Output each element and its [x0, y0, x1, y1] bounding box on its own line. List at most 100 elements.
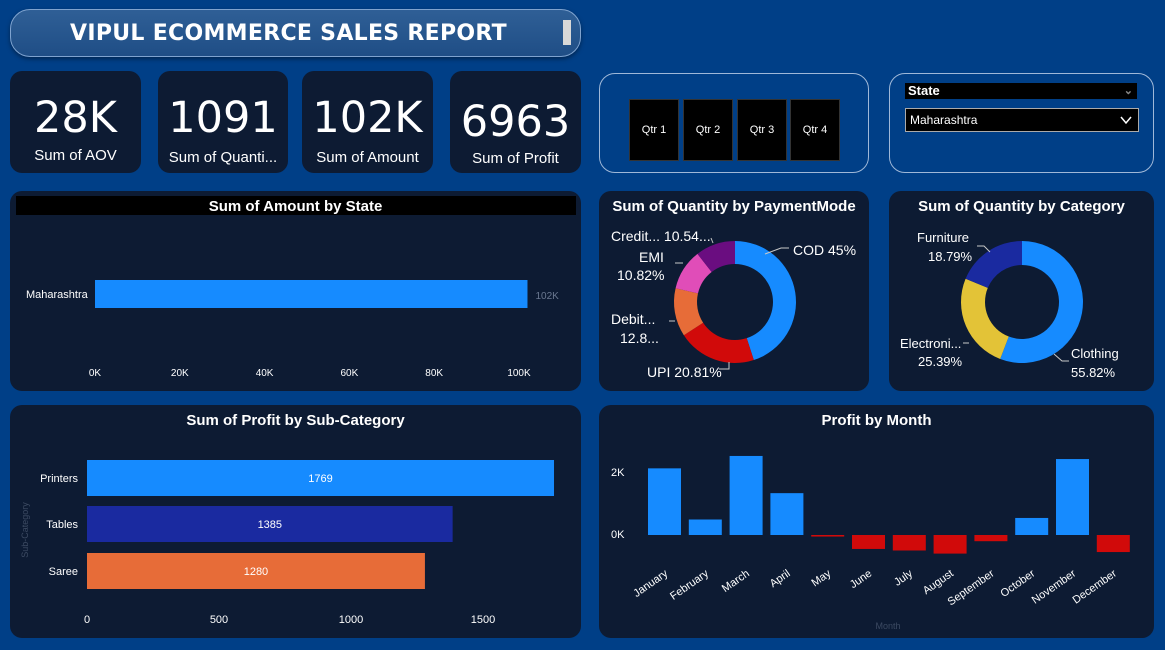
kpi-value: 102K	[312, 93, 423, 143]
x-tick-label: March	[720, 568, 752, 595]
kpi-value: 6963	[460, 97, 571, 147]
x-tick-label: 40K	[256, 368, 274, 379]
quarter-slicer-panel: Qtr 1 Qtr 2 Qtr 3 Qtr 4	[599, 73, 869, 173]
slice-label: Electroni...	[900, 336, 961, 351]
x-tick-label: February	[668, 567, 711, 602]
x-tick-label: September	[946, 567, 997, 608]
bar	[852, 535, 885, 549]
category-label: Tables	[46, 519, 78, 531]
state-dropdown[interactable]: Maharashtra	[905, 108, 1139, 132]
x-tick-label: 60K	[341, 368, 359, 379]
quarter-button-1[interactable]: Qtr 1	[629, 99, 679, 161]
x-tick-label: April	[768, 568, 793, 590]
profit-by-subcategory-card: Sum of Profit by Sub-Category 0 500 1000 15…	[10, 405, 581, 638]
x-tick-label: 0K	[89, 368, 102, 379]
quarter-button-2[interactable]: Qtr 2	[683, 99, 733, 161]
bar	[648, 468, 681, 535]
category-label: Printers	[40, 473, 78, 485]
y-axis-label: Sub-Category	[20, 502, 30, 558]
title-marker	[563, 20, 571, 45]
category-donut: Clothing 55.82% Electroni... 25.39% Furnitur…	[900, 230, 1119, 380]
donut-slice	[683, 322, 754, 363]
x-tick-label: 1500	[471, 614, 495, 626]
state-slicer-label: State	[908, 83, 940, 98]
data-label: 1280	[244, 566, 268, 578]
chevron-down-icon	[1120, 116, 1132, 125]
slice-label: Clothing	[1071, 346, 1119, 361]
data-label: 1385	[258, 519, 282, 531]
x-tick-label: July	[892, 567, 915, 588]
x-axis-label: Month	[875, 621, 900, 631]
kpi-card-profit: 6963 Sum of Profit	[450, 71, 581, 173]
leader-line	[710, 237, 714, 244]
leader-line	[977, 245, 991, 253]
bar	[811, 535, 845, 537]
bar	[95, 280, 528, 308]
kpi-value: 28K	[34, 93, 117, 143]
slice-label: 10.82%	[617, 267, 664, 283]
leader-line	[1053, 353, 1069, 362]
data-label: 1769	[308, 473, 332, 485]
slice-label: EMI	[639, 249, 664, 265]
bar	[974, 535, 1008, 542]
x-tick-label: June	[848, 568, 874, 592]
payment-mode-donut: COD 45% UPI 20.81% Debit... 12.8... EMI 10.82…	[611, 228, 856, 380]
category-label: Saree	[49, 566, 78, 578]
x-tick-label: 80K	[425, 368, 443, 379]
kpi-value: 1091	[168, 93, 278, 143]
slice-label: Furniture	[917, 230, 969, 245]
state-slicer-header[interactable]: State ⌄	[905, 83, 1137, 99]
x-tick-label: August	[921, 568, 956, 597]
x-tick-label: 0	[84, 614, 90, 626]
kpi-label: Sum of AOV	[34, 147, 117, 164]
bar	[1096, 535, 1130, 553]
profit-by-month-card: Profit by Month 0K 2K January February March…	[599, 405, 1154, 638]
profit-by-subcategory-chart: 0 500 1000 1500 Printers 1769 Tables 1385 Saree 1…	[20, 460, 555, 626]
kpi-card-aov: 28K Sum of AOV	[10, 71, 141, 173]
amount-by-state-chart: 0K 20K 40K 60K 80K 100K Maharashtra 102K	[26, 280, 559, 379]
slice-label: Debit...	[611, 311, 655, 327]
slice-label: UPI 20.81%	[647, 364, 722, 380]
donut-slice	[961, 278, 1009, 359]
x-tick-label: May	[810, 567, 834, 589]
kpi-label: Sum of Quanti...	[168, 149, 278, 166]
kpi-card-quantity: 1091 Sum of Quanti...	[158, 71, 288, 173]
x-tick-label: 1000	[339, 614, 363, 626]
slice-label: 55.82%	[1071, 365, 1116, 380]
amount-by-state-card: Sum of Amount by State 0K 20K 40K 60K 80K 100…	[10, 191, 581, 391]
x-tick-label: November	[1030, 567, 1079, 606]
y-tick-label: 2K	[611, 467, 625, 479]
donut-slice	[965, 241, 1022, 288]
x-tick-label: 20K	[171, 368, 189, 379]
y-tick-label: 0K	[611, 529, 625, 541]
data-label: 102K	[535, 291, 559, 302]
state-slicer-panel: State ⌄ Maharashtra	[889, 73, 1154, 173]
report-title-bar: VIPUL ECOMMERCE SALES REPORT	[10, 9, 581, 57]
bar	[770, 493, 804, 535]
slice-label: 18.79%	[928, 249, 973, 264]
chevron-down-icon: ⌄	[1123, 85, 1133, 97]
bar	[892, 535, 926, 551]
bar	[688, 519, 722, 535]
payment-mode-card: Sum of Quantity by PaymentMode COD 45% UP…	[599, 191, 869, 391]
x-tick-label: December	[1071, 567, 1120, 606]
state-selected-value: Maharashtra	[910, 113, 978, 127]
quarter-button-4[interactable]: Qtr 4	[790, 99, 840, 161]
report-title: VIPUL ECOMMERCE SALES REPORT	[70, 21, 507, 46]
category-card: Sum of Quantity by Category Clothing 55.8…	[889, 191, 1154, 391]
x-tick-label: January	[631, 567, 670, 600]
profit-by-month-chart: 0K 2K JanuaryFebruary March April May June July…	[611, 455, 1130, 631]
leader-line	[764, 247, 789, 255]
slice-label: 25.39%	[918, 354, 963, 369]
slice-label: COD 45%	[793, 242, 856, 258]
category-label: Maharashtra	[26, 289, 89, 301]
bar	[1056, 459, 1089, 535]
kpi-label: Sum of Amount	[316, 149, 419, 166]
bar	[933, 535, 967, 554]
quarter-button-3[interactable]: Qtr 3	[737, 99, 787, 161]
x-tick-label: 500	[210, 614, 228, 626]
bar	[1015, 517, 1049, 535]
kpi-card-amount: 102K Sum of Amount	[302, 71, 433, 173]
bar	[729, 455, 763, 535]
slice-label: Credit... 10.54...	[611, 228, 711, 244]
